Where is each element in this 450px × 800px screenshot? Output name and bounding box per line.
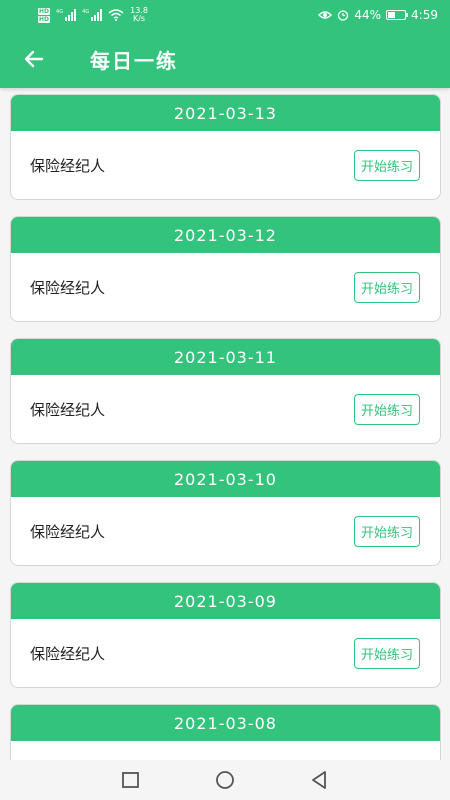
practice-list[interactable]: 2021-03-13 保险经纪人 开始练习 2021-03-12 保险经纪人 开… xyxy=(10,94,441,760)
hd-badge-bottom: HD xyxy=(38,15,51,23)
network-speed: 13.8 K/s xyxy=(130,7,148,23)
wifi-icon xyxy=(108,9,124,21)
practice-card: 2021-03-09 保险经纪人 开始练习 xyxy=(10,582,441,688)
battery-icon xyxy=(386,10,409,20)
card-body: 保险经纪人 开始练习 xyxy=(11,741,440,760)
card-exam-name: 保险经纪人 xyxy=(30,400,106,419)
card-exam-name: 保险经纪人 xyxy=(30,278,106,297)
triangle-left-icon xyxy=(312,771,326,789)
page-title: 每日一练 xyxy=(90,48,178,73)
card-date: 2021-03-13 xyxy=(11,95,440,131)
card-date: 2021-03-08 xyxy=(11,705,440,741)
signal-icon: 4G xyxy=(56,9,77,21)
home-button[interactable] xyxy=(214,769,236,791)
back-button[interactable] xyxy=(0,30,70,88)
start-practice-button[interactable]: 开始练习 xyxy=(353,393,420,425)
status-right: 44% 4:59 xyxy=(318,8,438,22)
card-body: 保险经纪人 开始练习 xyxy=(11,619,440,687)
status-bar: HD HD 4G 4G 13.8 K/s 44% 4:59 xyxy=(0,0,450,30)
card-date: 2021-03-10 xyxy=(11,461,440,497)
practice-card: 2021-03-12 保险经纪人 开始练习 xyxy=(10,216,441,322)
practice-card: 2021-03-13 保险经纪人 开始练习 xyxy=(10,94,441,200)
square-icon xyxy=(122,772,139,788)
status-left: HD HD 4G 4G 13.8 K/s xyxy=(38,7,148,23)
signal-icon: 4G xyxy=(82,9,103,21)
card-date: 2021-03-09 xyxy=(11,583,440,619)
hd-badge-top: HD xyxy=(38,7,51,15)
hd-badges: HD HD xyxy=(38,7,51,23)
circle-icon xyxy=(216,771,234,789)
card-date: 2021-03-12 xyxy=(11,217,440,253)
nav-back-button[interactable] xyxy=(308,769,330,791)
network-type-label: 4G xyxy=(82,9,90,15)
start-practice-button[interactable]: 开始练习 xyxy=(353,515,420,547)
start-practice-button[interactable]: 开始练习 xyxy=(353,637,420,669)
card-exam-name: 保险经纪人 xyxy=(30,156,106,175)
card-body: 保险经纪人 开始练习 xyxy=(11,131,440,199)
card-date: 2021-03-11 xyxy=(11,339,440,375)
network-type-label: 4G xyxy=(56,9,64,15)
speed-unit: K/s xyxy=(132,14,146,23)
practice-card: 2021-03-08 保险经纪人 开始练习 xyxy=(10,704,441,760)
alarm-icon xyxy=(338,10,349,21)
card-body: 保险经纪人 开始练习 xyxy=(11,253,440,321)
card-exam-name: 保险经纪人 xyxy=(30,522,106,541)
start-practice-button[interactable]: 开始练习 xyxy=(353,271,420,303)
card-body: 保险经纪人 开始练习 xyxy=(11,497,440,565)
clock: 4:59 xyxy=(411,8,438,22)
practice-card: 2021-03-11 保险经纪人 开始练习 xyxy=(10,338,441,444)
battery-level xyxy=(388,12,396,18)
arrow-left-icon xyxy=(24,50,44,68)
card-exam-name: 保险经纪人 xyxy=(30,644,106,663)
app-bar: 每日一练 xyxy=(0,30,450,88)
card-body: 保险经纪人 开始练习 xyxy=(11,375,440,443)
practice-card: 2021-03-10 保险经纪人 开始练习 xyxy=(10,460,441,566)
battery-percent: 44% xyxy=(354,8,382,22)
eye-icon xyxy=(318,11,333,19)
system-nav-bar xyxy=(0,760,450,800)
start-practice-button[interactable]: 开始练习 xyxy=(353,149,420,181)
recent-apps-button[interactable] xyxy=(120,769,142,791)
